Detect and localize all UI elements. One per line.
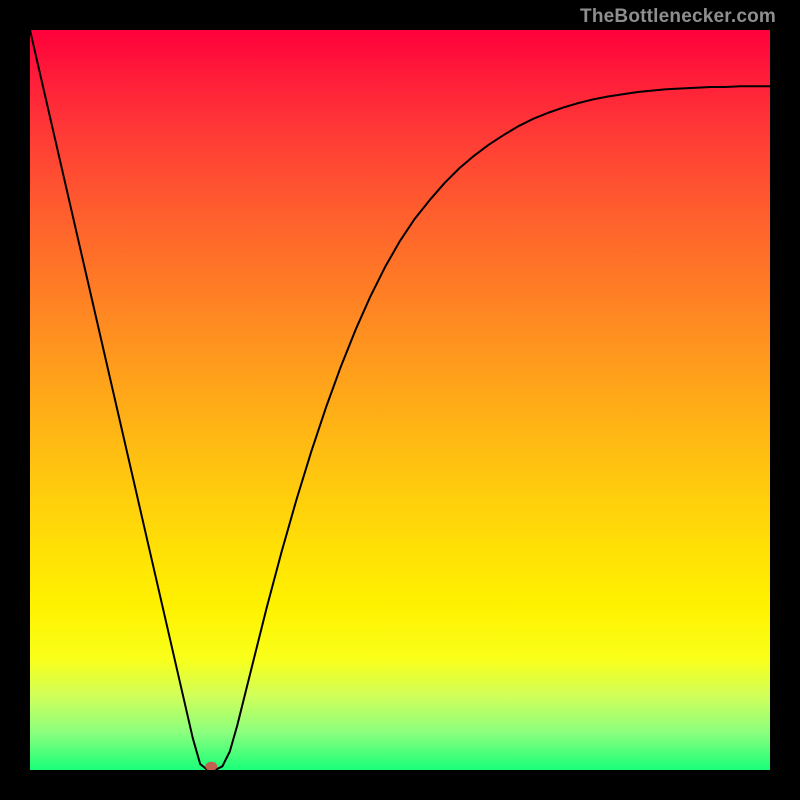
chart-stage: TheBottlenecker.com bbox=[0, 0, 800, 800]
watermark-text: TheBottlenecker.com bbox=[580, 6, 776, 28]
plot-area bbox=[30, 30, 770, 770]
minimum-marker bbox=[205, 762, 217, 770]
curve-layer bbox=[30, 30, 770, 770]
bottleneck-curve bbox=[30, 30, 770, 770]
